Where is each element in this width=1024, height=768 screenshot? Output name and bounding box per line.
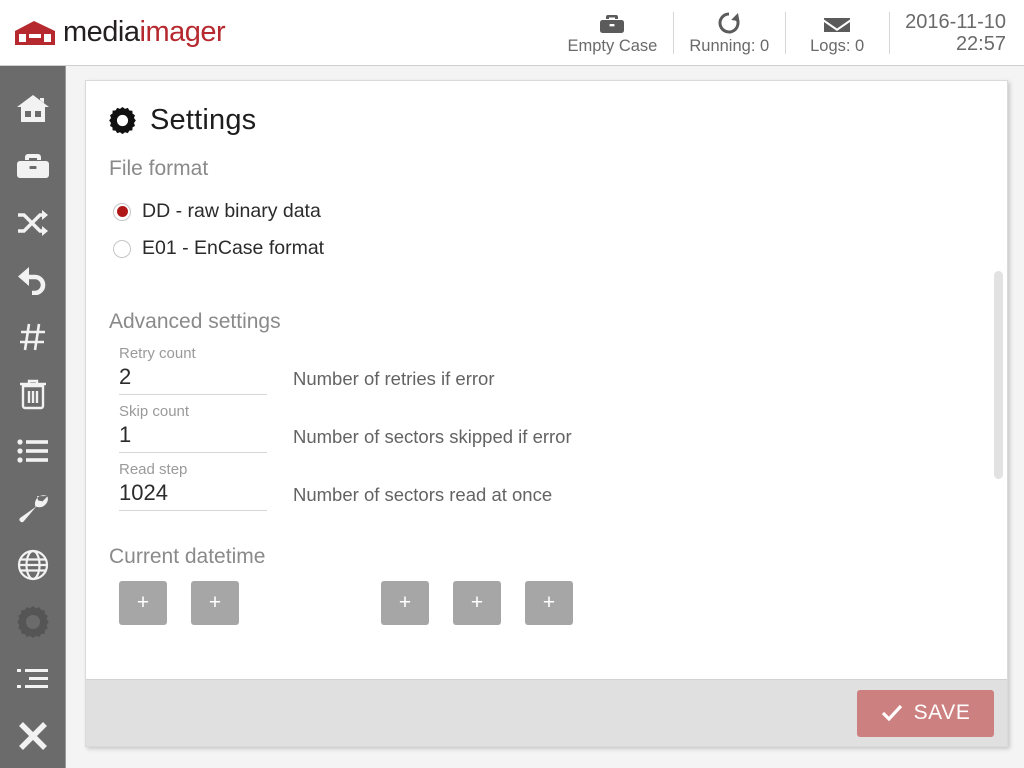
envelope-icon bbox=[823, 11, 851, 35]
check-icon bbox=[881, 704, 903, 722]
gear-icon bbox=[16, 605, 49, 638]
header-item-case-label: Empty Case bbox=[567, 36, 658, 55]
logo-text-primary: media bbox=[63, 16, 140, 48]
read-step-label: Read step bbox=[119, 461, 188, 478]
save-button-label: SAVE bbox=[913, 701, 971, 724]
page-title-text: Settings bbox=[150, 104, 257, 136]
mediaimager-logo-icon bbox=[14, 20, 56, 46]
header-item-logs-label: Logs: 0 bbox=[810, 36, 865, 55]
briefcase-icon bbox=[16, 152, 50, 180]
datetime-steppers: + + + + + bbox=[119, 581, 983, 625]
sidebar-item-case[interactable] bbox=[0, 137, 66, 194]
read-step-description: Number of sectors read at once bbox=[293, 484, 553, 505]
sidebar-item-shuffle[interactable] bbox=[0, 194, 66, 251]
briefcase-icon bbox=[599, 11, 625, 35]
skip-count-label: Skip count bbox=[119, 403, 190, 420]
radio-option-dd[interactable]: DD - raw binary data bbox=[113, 193, 983, 230]
header-time: 22:57 bbox=[955, 33, 1006, 55]
header-status-items: Empty Case Running: 0 Logs: 0 2016-11-10… bbox=[551, 0, 1024, 66]
hour-increment-button[interactable]: + bbox=[381, 581, 429, 625]
radio-option-e01-label: E01 - EnCase format bbox=[142, 237, 325, 259]
gear-icon bbox=[109, 107, 136, 134]
current-datetime-label: Current datetime bbox=[109, 545, 266, 568]
globe-icon bbox=[17, 549, 49, 581]
logo-text-accent: imager bbox=[139, 16, 226, 48]
header-item-running-label: Running: 0 bbox=[689, 36, 770, 55]
settings-card: Settings File format DD - raw binary dat… bbox=[85, 80, 1008, 747]
list-icon bbox=[16, 438, 49, 464]
file-format-label: File format bbox=[109, 157, 209, 180]
field-row-retry-count: Retry count 2 Number of retries if error bbox=[119, 345, 983, 395]
skip-count-input[interactable]: 1 bbox=[119, 421, 267, 453]
retry-count-description: Number of retries if error bbox=[293, 368, 495, 389]
field-row-skip-count: Skip count 1 Number of sectors skipped i… bbox=[119, 403, 983, 453]
shuffle-icon bbox=[16, 209, 50, 237]
header-datetime: 2016-11-10 22:57 bbox=[889, 0, 1024, 66]
radio-option-e01[interactable]: E01 - EnCase format bbox=[113, 230, 983, 267]
settings-form: Settings File format DD - raw binary dat… bbox=[86, 81, 1007, 681]
indent-list-icon bbox=[16, 667, 49, 691]
retry-count-input[interactable]: 2 bbox=[119, 363, 267, 395]
header-item-running[interactable]: Running: 0 bbox=[673, 0, 785, 66]
sidebar-item-undo[interactable] bbox=[0, 251, 66, 308]
sidebar-nav bbox=[0, 66, 66, 768]
header-item-logs[interactable]: Logs: 0 bbox=[785, 0, 889, 66]
year-increment-button[interactable]: + bbox=[119, 581, 167, 625]
sidebar-item-exit[interactable] bbox=[0, 707, 66, 764]
sidebar-item-tools[interactable] bbox=[0, 479, 66, 536]
sidebar-item-network[interactable] bbox=[0, 536, 66, 593]
sidebar-item-home[interactable] bbox=[0, 80, 66, 137]
retry-count-label: Retry count bbox=[119, 345, 196, 362]
retry-count-field[interactable]: Retry count 2 bbox=[119, 345, 267, 395]
header-date: 2016-11-10 bbox=[905, 10, 1006, 33]
minute-increment-button[interactable]: + bbox=[453, 581, 501, 625]
close-icon bbox=[18, 721, 48, 751]
radio-button-unselected[interactable] bbox=[113, 239, 131, 258]
skip-count-field[interactable]: Skip count 1 bbox=[119, 403, 267, 453]
sidebar-item-settings[interactable] bbox=[0, 593, 66, 650]
second-increment-button[interactable]: + bbox=[525, 581, 573, 625]
month-increment-button[interactable]: + bbox=[191, 581, 239, 625]
sidebar-item-hash[interactable] bbox=[0, 308, 66, 365]
refresh-icon bbox=[716, 11, 742, 35]
advanced-settings-label: Advanced settings bbox=[109, 310, 281, 333]
app-window: mediaimager Empty Case Running: 0 Logs: … bbox=[0, 0, 1024, 768]
header-item-case[interactable]: Empty Case bbox=[551, 0, 673, 66]
page-title: Settings bbox=[109, 104, 983, 137]
radio-option-dd-label: DD - raw binary data bbox=[142, 200, 321, 222]
field-row-read-step: Read step 1024 Number of sectors read at… bbox=[119, 461, 983, 511]
trash-icon bbox=[18, 378, 48, 410]
home-icon bbox=[16, 94, 50, 124]
read-step-input[interactable]: 1024 bbox=[119, 479, 267, 511]
skip-count-description: Number of sectors skipped if error bbox=[293, 426, 572, 447]
main-content: Settings File format DD - raw binary dat… bbox=[67, 67, 1024, 768]
content-scrollbar-thumb[interactable] bbox=[994, 271, 1003, 479]
hash-icon bbox=[18, 322, 48, 352]
wrench-icon bbox=[16, 493, 50, 523]
app-header: mediaimager Empty Case Running: 0 Logs: … bbox=[0, 0, 1024, 66]
sidebar-item-list[interactable] bbox=[0, 422, 66, 479]
undo-icon bbox=[16, 265, 50, 295]
app-logo[interactable]: mediaimager bbox=[14, 16, 226, 49]
sidebar-item-logs[interactable] bbox=[0, 650, 66, 707]
settings-footer: SAVE bbox=[86, 679, 1007, 746]
save-button[interactable]: SAVE bbox=[857, 689, 994, 737]
radio-button-selected[interactable] bbox=[113, 202, 131, 221]
read-step-field[interactable]: Read step 1024 bbox=[119, 461, 267, 511]
radio-dot bbox=[116, 206, 128, 217]
sidebar-item-wipe[interactable] bbox=[0, 365, 66, 422]
